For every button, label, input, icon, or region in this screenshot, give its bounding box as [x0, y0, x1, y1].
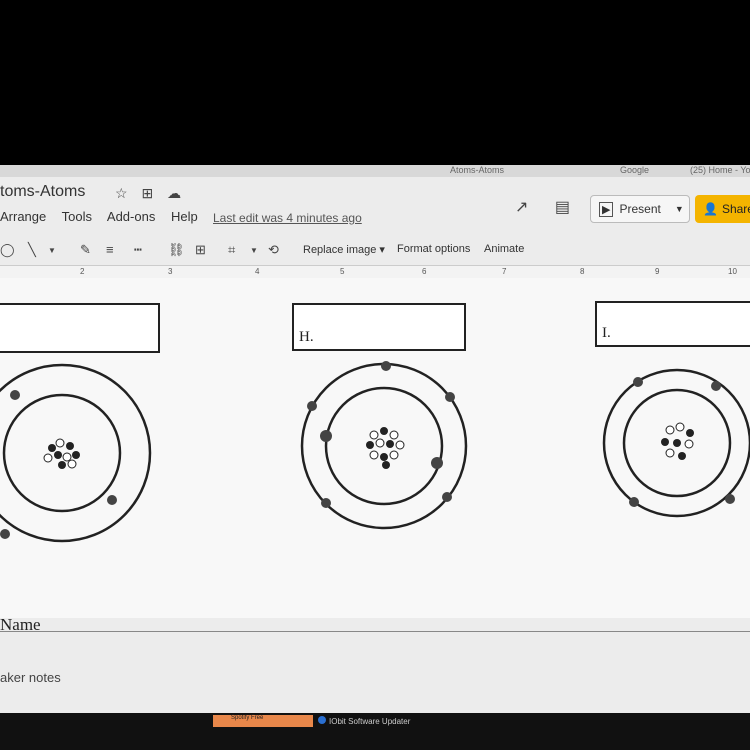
- add-comment-icon[interactable]: ⊞: [195, 242, 206, 258]
- line-icon[interactable]: ╲: [28, 242, 36, 258]
- menu-arrange[interactable]: Arrange: [0, 209, 46, 224]
- document-title[interactable]: toms-Atoms: [0, 183, 85, 201]
- chevron-down-icon[interactable]: ▼: [48, 246, 56, 255]
- app-window: Atoms-Atoms Google (25) Home - Yo toms-A…: [0, 165, 750, 725]
- atom-label-box[interactable]: H.: [292, 303, 466, 351]
- replace-image-button[interactable]: Replace image ▾: [303, 243, 385, 256]
- person-icon: 👤: [703, 202, 718, 216]
- browser-tab[interactable]: Atoms-Atoms: [450, 165, 504, 175]
- chevron-down-icon[interactable]: ▼: [250, 246, 258, 255]
- toolbar: ◯ ╲ ▼ ✎ ≡ ┅ ⛓ ⊞ ⌗ ▼ ⟲ Replace image ▾ Fo…: [0, 238, 750, 262]
- reset-image-icon[interactable]: ⟲: [268, 242, 279, 258]
- pen-icon[interactable]: ✎: [80, 242, 91, 258]
- browser-tab-strip: Atoms-Atoms Google (25) Home - Yo: [0, 165, 750, 177]
- iobit-icon: [318, 716, 326, 724]
- menu-add-ons[interactable]: Add-ons: [107, 209, 155, 224]
- animate-button[interactable]: Animate: [484, 243, 524, 255]
- present-button[interactable]: ▶ Present ▼: [590, 195, 690, 223]
- crop-icon[interactable]: ⌗: [228, 242, 235, 258]
- link-icon[interactable]: ⛓: [168, 242, 185, 258]
- atom-label-box[interactable]: I.: [595, 301, 750, 347]
- comment-icon[interactable]: ▤: [555, 199, 570, 216]
- cloud-status-icon[interactable]: ☁: [167, 185, 181, 201]
- title-icons: ☆ ⊞ ☁: [115, 185, 191, 202]
- speaker-notes[interactable]: aker notes: [0, 670, 61, 685]
- slide-canvas[interactable]: H. I.: [0, 278, 750, 618]
- menu-bar: Arrange Tools Add-ons Help: [0, 209, 210, 224]
- present-label: Present: [619, 202, 661, 216]
- activity-trend-icon[interactable]: ↗: [515, 199, 528, 216]
- format-options-button[interactable]: Format options: [397, 243, 470, 255]
- taskbar: Spotify Free IObit Software Updater: [0, 713, 750, 750]
- ruler-tick: 2: [80, 267, 85, 276]
- play-icon: ▶: [599, 201, 614, 217]
- border-weight-icon[interactable]: ≡: [106, 242, 114, 257]
- name-label: Name: [0, 615, 41, 634]
- ruler-tick: 9: [655, 267, 660, 276]
- move-folder-icon[interactable]: ⊞: [141, 185, 153, 201]
- border-dash-icon[interactable]: ┅: [134, 242, 142, 258]
- menu-help[interactable]: Help: [171, 209, 198, 224]
- browser-tab[interactable]: (25) Home - Yo: [690, 165, 750, 175]
- ruler-tick: 5: [340, 267, 345, 276]
- shape-icon[interactable]: ◯: [0, 242, 15, 258]
- atom-diagram-2[interactable]: [300, 361, 470, 538]
- atom-label-box[interactable]: [0, 303, 160, 353]
- atom-diagram-3[interactable]: [600, 360, 750, 525]
- taskbar-item-iobit[interactable]: IObit Software Updater: [318, 716, 410, 726]
- browser-tab[interactable]: Google: [620, 165, 649, 175]
- atom-label: I.: [602, 325, 611, 341]
- ruler-tick: 4: [255, 267, 260, 276]
- taskbar-item-label: IObit Software Updater: [329, 717, 411, 726]
- ruler-tick: 7: [502, 267, 507, 276]
- last-edit-link[interactable]: Last edit was 4 minutes ago: [213, 211, 362, 225]
- chevron-down-icon[interactable]: ▼: [675, 204, 684, 214]
- ruler-tick: 8: [580, 267, 585, 276]
- horizontal-ruler: 2 3 4 5 6 7 8 9 10: [0, 265, 750, 279]
- ruler-tick: 6: [422, 267, 427, 276]
- share-button[interactable]: 👤 Share: [695, 195, 750, 223]
- menu-tools[interactable]: Tools: [62, 209, 92, 224]
- ruler-tick: 3: [168, 267, 173, 276]
- star-icon[interactable]: ☆: [115, 185, 128, 201]
- share-label: Share: [721, 202, 750, 216]
- header-tools: ↗ ▤: [515, 197, 570, 217]
- atom-diagram-1[interactable]: [0, 363, 160, 543]
- atom-label: H.: [299, 329, 314, 345]
- taskbar-item-spotify[interactable]: Spotify Free: [213, 715, 313, 727]
- divider: [0, 631, 750, 632]
- ruler-tick: 10: [728, 267, 737, 276]
